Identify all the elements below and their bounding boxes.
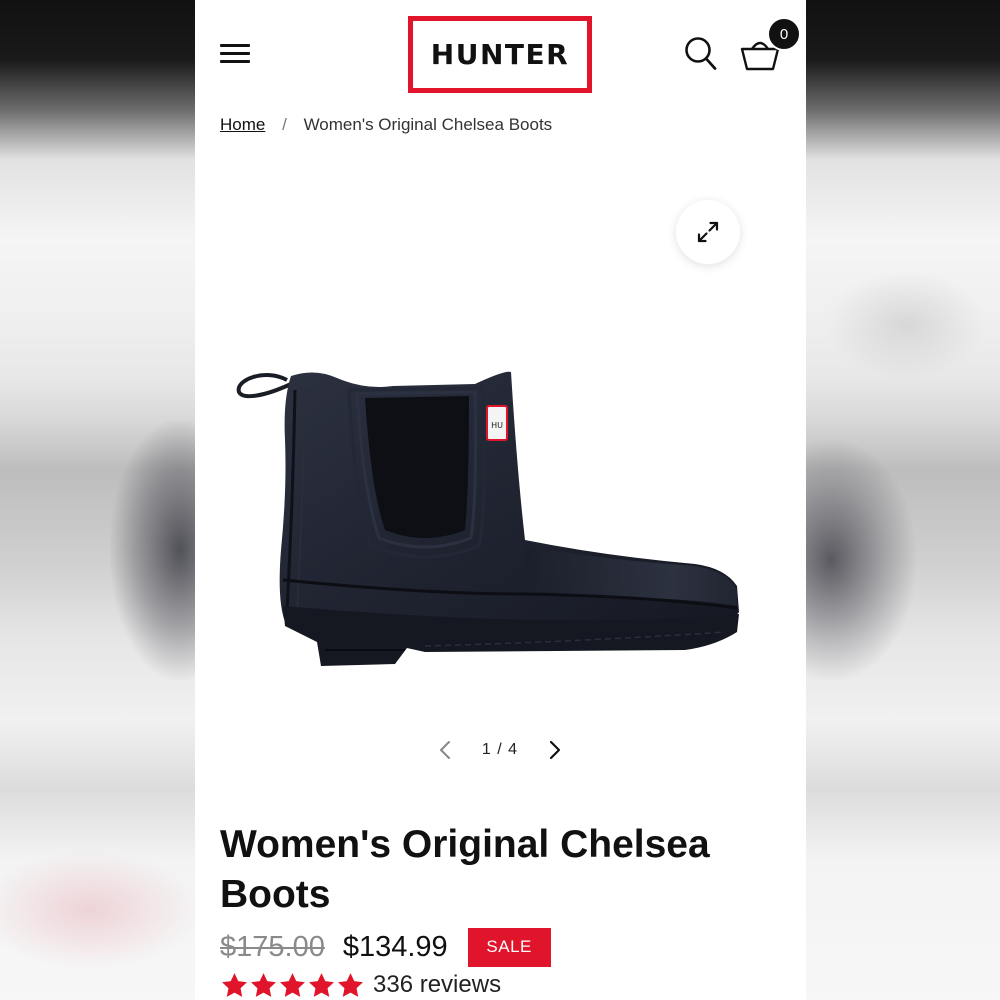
breadcrumb: Home / Women's Original Chelsea Boots bbox=[220, 108, 780, 138]
breadcrumb-home-link[interactable]: Home bbox=[220, 115, 265, 134]
chevron-left-icon[interactable] bbox=[435, 737, 455, 763]
gallery-separator: / bbox=[497, 741, 503, 758]
background-blur-right bbox=[806, 0, 1000, 1000]
star-rating[interactable] bbox=[220, 971, 365, 1000]
gallery-current: 1 bbox=[481, 741, 492, 758]
product-title: Women's Original Chelsea Boots bbox=[220, 823, 710, 916]
original-price: $175.00 bbox=[220, 930, 325, 963]
star-icon bbox=[309, 972, 334, 997]
expand-icon bbox=[697, 221, 719, 243]
gallery-pager: 1 / 4 bbox=[435, 735, 565, 765]
product-image[interactable]: HU bbox=[225, 350, 745, 680]
sale-badge: SALE bbox=[467, 927, 551, 967]
expand-image-button[interactable] bbox=[676, 200, 740, 264]
gallery-total: 4 bbox=[508, 741, 519, 758]
star-icon bbox=[338, 972, 363, 997]
reviews-link[interactable]: 336 reviews bbox=[373, 971, 501, 999]
menu-icon[interactable] bbox=[220, 42, 252, 66]
site-header: HUNTER 0 bbox=[195, 0, 806, 108]
background-blur-left bbox=[0, 0, 195, 1000]
rating-row: 336 reviews bbox=[220, 968, 780, 1000]
gallery-position: 1 / 4 bbox=[482, 741, 518, 759]
price-row: $175.00 $134.99 SALE bbox=[220, 925, 780, 969]
cart-count-badge: 0 bbox=[767, 17, 801, 51]
search-icon[interactable] bbox=[683, 35, 719, 73]
breadcrumb-current: Women's Original Chelsea Boots bbox=[303, 115, 553, 134]
star-icon bbox=[280, 972, 305, 997]
breadcrumb-separator: / bbox=[282, 115, 287, 134]
star-icon bbox=[222, 972, 247, 997]
brand-logo[interactable]: HUNTER bbox=[408, 16, 592, 93]
product-page: HUNTER 0 Home / Women's Original Chelsea… bbox=[195, 0, 806, 1000]
chelsea-boot-image: HU bbox=[236, 371, 739, 666]
star-icon bbox=[251, 972, 276, 997]
brand-logo-text: HUNTER bbox=[430, 38, 570, 71]
svg-text:HU: HU bbox=[491, 421, 503, 430]
sale-price: $134.99 bbox=[342, 930, 448, 963]
chevron-right-icon[interactable] bbox=[545, 737, 565, 763]
